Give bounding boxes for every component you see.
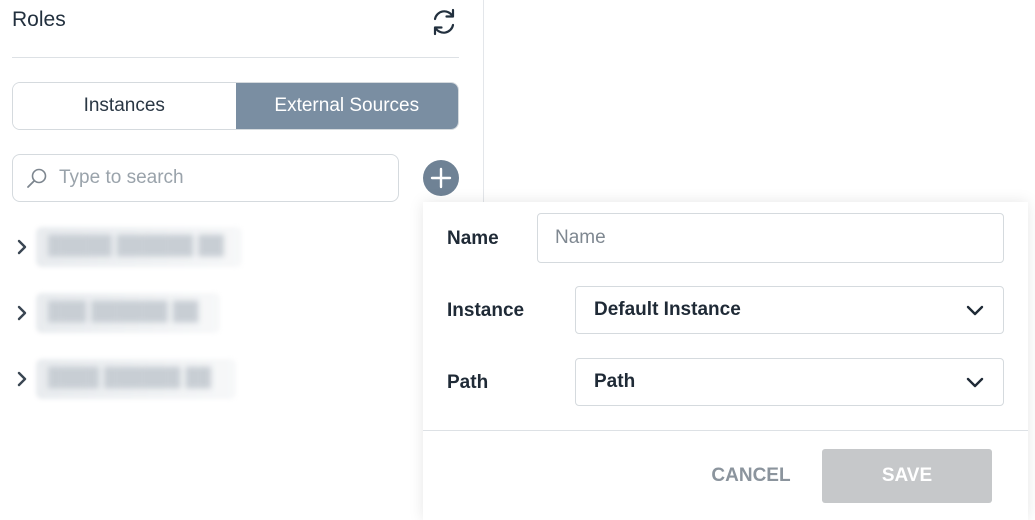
chevron-down-icon (965, 373, 985, 393)
cancel-button[interactable]: CANCEL (691, 450, 811, 502)
path-label: Path (447, 372, 489, 393)
left-panel: Roles Instances External Sources Type to… (0, 0, 484, 520)
tree-item[interactable]: █████ ██████ ██ (12, 227, 242, 267)
chevron-right-icon[interactable] (12, 369, 32, 389)
instance-label: Instance (447, 300, 525, 321)
path-select[interactable]: Path (575, 358, 1004, 406)
page-title: Roles (12, 8, 66, 31)
plus-icon (430, 167, 452, 189)
header-divider (12, 57, 459, 58)
tree-item-label: █████ ██████ ██ (48, 235, 224, 255)
form-divider (423, 430, 1028, 431)
search-icon (25, 166, 49, 190)
search-box (12, 154, 399, 202)
tree-item-label: ████ ██████ ██ (48, 367, 212, 387)
tab-instances[interactable]: Instances (13, 83, 236, 129)
save-button[interactable]: SAVE (822, 449, 992, 503)
name-field-wrapper (537, 213, 1004, 263)
chevron-right-icon[interactable] (12, 237, 32, 257)
search-input[interactable] (59, 155, 389, 201)
tree-item[interactable]: ███ ██████ ██ (12, 293, 242, 333)
tree-item[interactable]: ████ ██████ ██ (12, 359, 242, 399)
name-label: Name (447, 228, 499, 249)
chevron-right-icon[interactable] (12, 303, 32, 323)
tree-item-label: ███ ██████ ██ (48, 301, 199, 321)
tab-external-sources[interactable]: External Sources (235, 83, 458, 129)
source-tabs: Instances External Sources (12, 82, 459, 130)
chevron-down-icon (965, 301, 985, 321)
name-field[interactable] (538, 214, 1003, 262)
add-button[interactable] (423, 160, 459, 196)
path-select-value: Path (594, 371, 636, 392)
instance-select-value: Default Instance (594, 299, 741, 320)
instance-select[interactable]: Default Instance (575, 286, 1004, 334)
add-role-popup: Name Instance Default Instance Path Path… (423, 202, 1028, 520)
refresh-icon[interactable] (428, 6, 460, 38)
